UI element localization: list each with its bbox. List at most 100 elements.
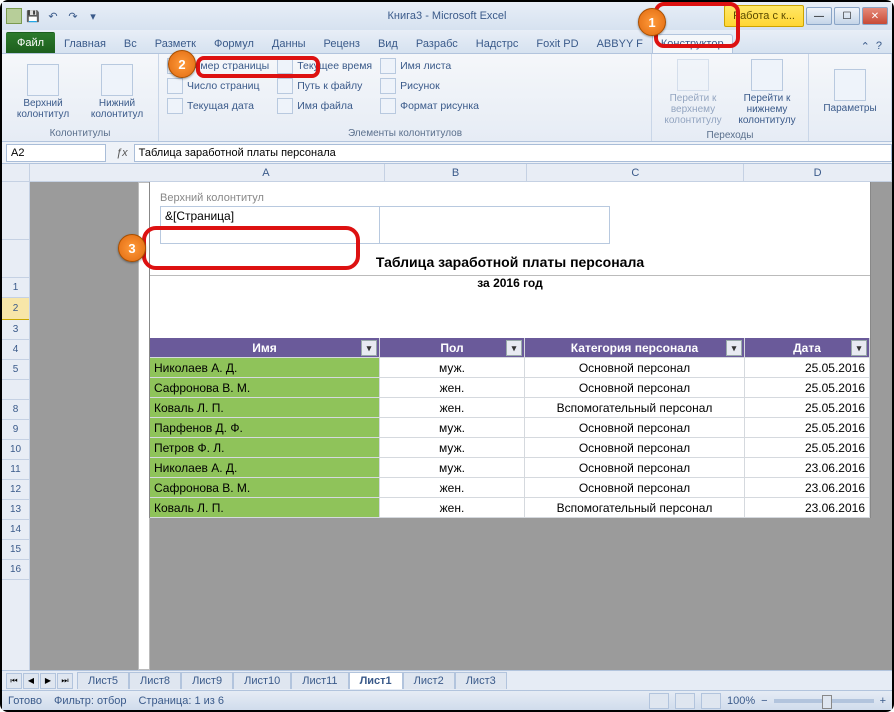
sheet-tab[interactable]: Лист10	[233, 672, 291, 689]
format-picture-button[interactable]: Формат рисунка	[378, 97, 481, 115]
table-cell[interactable]: Николаев А. Д.	[150, 458, 380, 478]
table-cell[interactable]: Коваль Л. П.	[150, 398, 380, 418]
col-header[interactable]: A	[148, 164, 384, 181]
tab-data[interactable]: Данны	[263, 34, 315, 53]
row-header[interactable]: 12	[2, 480, 29, 500]
col-header[interactable]: D	[744, 164, 892, 181]
maximize-button[interactable]: ☐	[834, 7, 860, 25]
tab-home[interactable]: Главная	[55, 34, 115, 53]
table-cell[interactable]: жен.	[380, 498, 525, 518]
tab-pagelayout[interactable]: Разметк	[146, 34, 205, 53]
sheet-nav-prev[interactable]: ◀	[23, 673, 39, 689]
tab-design[interactable]: Конструктор	[652, 34, 733, 53]
table-cell[interactable]: Основной персонал	[525, 478, 745, 498]
goto-footer-button[interactable]: Перейти к нижнему колонтитулу	[732, 57, 802, 128]
minimize-button[interactable]: —	[806, 7, 832, 25]
row-header[interactable]: 4	[2, 340, 29, 360]
zoom-out-button[interactable]: −	[761, 695, 767, 707]
table-cell[interactable]: Основной персонал	[525, 458, 745, 478]
view-pagebreak-button[interactable]	[701, 693, 721, 709]
grid-viewport[interactable]: Верхний колонтитул &[Страница] Таблица з…	[30, 182, 892, 670]
tab-insert[interactable]: Вс	[115, 34, 146, 53]
formula-input[interactable]: Таблица заработной платы персонала	[134, 144, 892, 162]
sheet-tab[interactable]: Лист5	[77, 672, 129, 689]
table-cell[interactable]: жен.	[380, 378, 525, 398]
table-cell[interactable]: муж.	[380, 418, 525, 438]
table-subtitle[interactable]: за 2016 год	[150, 276, 870, 298]
sheet-name-button[interactable]: Имя листа	[378, 57, 481, 75]
table-cell[interactable]: 25.05.2016	[745, 398, 870, 418]
current-time-button[interactable]: Текущее время	[275, 57, 374, 75]
row-headers[interactable]: 123458910111213141516	[2, 182, 30, 670]
col-header[interactable]: C	[527, 164, 744, 181]
picture-button[interactable]: Рисунок	[378, 77, 481, 95]
row-header[interactable]: 2	[2, 298, 29, 320]
tab-file[interactable]: Файл	[6, 32, 55, 53]
table-cell[interactable]: Коваль Л. П.	[150, 498, 380, 518]
row-header[interactable]: 9	[2, 420, 29, 440]
row-header[interactable]: 14	[2, 520, 29, 540]
save-icon[interactable]: 💾	[24, 7, 42, 25]
sheet-nav-next[interactable]: ▶	[40, 673, 56, 689]
sheet-tab[interactable]: Лист1	[349, 672, 403, 689]
undo-icon[interactable]: ↶	[44, 7, 62, 25]
table-cell[interactable]: Петров Ф. Л.	[150, 438, 380, 458]
sheet-tab[interactable]: Лист11	[291, 672, 348, 689]
table-cell[interactable]: Основной персонал	[525, 418, 745, 438]
file-name-button[interactable]: Имя файла	[275, 97, 374, 115]
row-header[interactable]: 8	[2, 400, 29, 420]
table-cell[interactable]: Вспомогательный персонал	[525, 398, 745, 418]
row-header[interactable]: 15	[2, 540, 29, 560]
table-cell[interactable]: Сафронова В. М.	[150, 478, 380, 498]
sheet-nav-last[interactable]: ⏭	[57, 673, 73, 689]
view-normal-button[interactable]	[649, 693, 669, 709]
help-icon[interactable]: ?	[876, 40, 882, 53]
table-cell[interactable]: муж.	[380, 438, 525, 458]
file-path-button[interactable]: Путь к файлу	[275, 77, 374, 95]
table-cell[interactable]: Основной персонал	[525, 378, 745, 398]
table-cell[interactable]: 23.06.2016	[745, 498, 870, 518]
table-cell[interactable]: 25.05.2016	[745, 418, 870, 438]
table-cell[interactable]: 25.05.2016	[745, 358, 870, 378]
table-cell[interactable]: муж.	[380, 458, 525, 478]
sheet-tab[interactable]: Лист8	[129, 672, 181, 689]
sheet-tab[interactable]: Лист2	[403, 672, 455, 689]
view-pagelayout-button[interactable]	[675, 693, 695, 709]
header-center-box[interactable]	[380, 206, 610, 244]
table-cell[interactable]: Николаев А. Д.	[150, 358, 380, 378]
table-cell[interactable]: муж.	[380, 358, 525, 378]
table-header-cell[interactable]: Категория персонала	[525, 338, 745, 358]
table-cell[interactable]: 23.06.2016	[745, 458, 870, 478]
tab-formulas[interactable]: Формул	[205, 34, 263, 53]
fx-icon[interactable]: ƒx	[110, 147, 134, 159]
zoom-in-button[interactable]: +	[880, 695, 886, 707]
row-header[interactable]: 3	[2, 320, 29, 340]
header-button[interactable]: Верхний колонтитул	[8, 57, 78, 126]
tab-developer[interactable]: Разрабс	[407, 34, 467, 53]
name-box[interactable]: A2	[6, 144, 106, 162]
tab-review[interactable]: Реценз	[315, 34, 369, 53]
table-title[interactable]: Таблица заработной платы персонала	[150, 254, 870, 276]
row-header[interactable]	[2, 182, 29, 240]
header-left-box[interactable]: &[Страница]	[160, 206, 380, 244]
table-cell[interactable]: 25.05.2016	[745, 378, 870, 398]
sheet-tab[interactable]: Лист3	[455, 672, 507, 689]
close-button[interactable]: ✕	[862, 7, 888, 25]
sheet-nav-first[interactable]: ⏮	[6, 673, 22, 689]
row-header[interactable]: 10	[2, 440, 29, 460]
table-cell[interactable]: Основной персонал	[525, 438, 745, 458]
col-header[interactable]: B	[385, 164, 528, 181]
row-header[interactable]: 11	[2, 460, 29, 480]
page-count-button[interactable]: Число страниц	[165, 77, 271, 95]
current-date-button[interactable]: Текущая дата	[165, 97, 271, 115]
zoom-slider[interactable]	[774, 699, 874, 703]
table-cell[interactable]: Вспомогательный персонал	[525, 498, 745, 518]
tab-addins[interactable]: Надстрс	[467, 34, 528, 53]
redo-icon[interactable]: ↷	[64, 7, 82, 25]
table-cell[interactable]: Основной персонал	[525, 358, 745, 378]
column-headers[interactable]: A B C D	[30, 164, 892, 182]
minimize-ribbon-icon[interactable]: ⌃	[861, 40, 870, 53]
table-cell[interactable]: 23.06.2016	[745, 478, 870, 498]
sheet-tab[interactable]: Лист9	[181, 672, 233, 689]
table-cell[interactable]: Парфенов Д. Ф.	[150, 418, 380, 438]
